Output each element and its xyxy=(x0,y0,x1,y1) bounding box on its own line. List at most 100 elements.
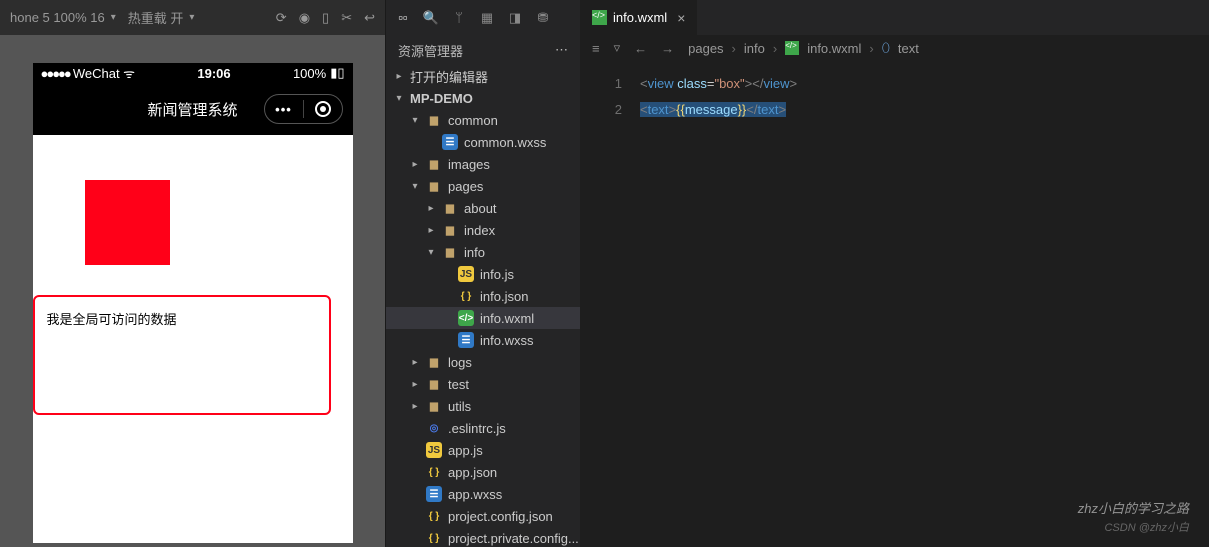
code-area[interactable]: 12 <view class="box"></view> <text>{{mes… xyxy=(580,61,1209,547)
tree-label: project.private.config... xyxy=(448,531,579,546)
device-icon[interactable]: ▯ xyxy=(322,10,329,26)
tree-file[interactable]: { } project.private.config... xyxy=(386,527,580,547)
tree-file[interactable]: </> info.wxml xyxy=(386,307,580,329)
menu-icon[interactable]: ••• xyxy=(265,95,303,123)
crumb[interactable]: text xyxy=(898,41,919,56)
hot-reload-toggle[interactable]: 热重载 开▾ xyxy=(128,8,195,27)
tree-folder[interactable]: ▸▆index xyxy=(386,219,580,241)
tree-label: info.js xyxy=(480,267,514,282)
refresh-icon[interactable]: ⟳ xyxy=(276,10,287,26)
editor-tabs: </> info.wxml × xyxy=(580,0,1209,35)
tree-label: utils xyxy=(448,399,471,414)
tree-label: app.js xyxy=(448,443,483,458)
wxml-icon: </> xyxy=(458,310,474,326)
folder-icon: ▆ xyxy=(442,222,458,238)
tree-label: .eslintrc.js xyxy=(448,421,506,436)
tree-folder[interactable]: ▾▆common xyxy=(386,109,580,131)
tree-file[interactable]: ☰app.wxss xyxy=(386,483,580,505)
record-icon[interactable]: ◉ xyxy=(299,10,310,26)
tree-file[interactable]: ☰ common.wxss xyxy=(386,131,580,153)
json-icon: { } xyxy=(426,530,442,546)
wxss-icon: ☰ xyxy=(442,134,458,150)
tree-folder[interactable]: ▸▆logs xyxy=(386,351,580,373)
tree-folder[interactable]: ▸▆about xyxy=(386,197,580,219)
more-icon[interactable]: ⋯ xyxy=(555,42,568,58)
device-selector[interactable]: hone 5 100% 16▾ xyxy=(10,10,116,25)
editor-panel: </> info.wxml × ≡ ▿ ← → pages› info› </>… xyxy=(580,0,1209,547)
back-icon[interactable]: ↩ xyxy=(364,10,375,26)
tree-label: info.wxss xyxy=(480,333,533,348)
simulator-toolbar: hone 5 100% 16▾ 热重载 开▾ ⟳ ◉ ▯ ✂ ↩ xyxy=(0,0,385,35)
tree-label: common.wxss xyxy=(464,135,546,150)
open-editors-section[interactable]: ▸打开的编辑器 xyxy=(386,65,580,87)
tree-label: pages xyxy=(448,179,483,194)
project-root[interactable]: ▾MP-DEMO xyxy=(386,87,580,109)
tree-label: logs xyxy=(448,355,472,370)
wxss-icon: ☰ xyxy=(458,332,474,348)
capsule: ••• xyxy=(264,94,343,124)
search-icon[interactable]: 🔍 xyxy=(422,10,440,26)
view-box xyxy=(85,180,170,265)
code-line: <view class="box"></view> xyxy=(640,71,797,97)
tree-file[interactable]: JS app.js xyxy=(386,439,580,461)
nav-back-icon[interactable]: ← xyxy=(634,41,647,56)
cut-icon[interactable]: ✂ xyxy=(341,10,352,26)
explorer-icon[interactable]: ▫▫ xyxy=(394,10,412,25)
tree-label: info xyxy=(464,245,485,260)
bookmark-icon[interactable]: ▿ xyxy=(614,40,621,56)
tree-label: app.wxss xyxy=(448,487,502,502)
explorer-title: 资源管理器⋯ xyxy=(386,35,580,65)
folder-icon: ▆ xyxy=(426,354,442,370)
simulator-panel: hone 5 100% 16▾ 热重载 开▾ ⟳ ◉ ▯ ✂ ↩ ●●●●● W… xyxy=(0,0,385,547)
phone-status-bar: ●●●●● WeChat ᯤ 19:06 100%▮▯ xyxy=(33,63,353,83)
tree-label: common xyxy=(448,113,498,128)
folder-icon: ▆ xyxy=(426,178,442,194)
tree-label: info.json xyxy=(480,289,528,304)
img-icon: ▆ xyxy=(426,156,442,172)
tree-folder[interactable]: ▾▆pages xyxy=(386,175,580,197)
crumb[interactable]: info.wxml xyxy=(807,41,861,56)
tree-label: info.wxml xyxy=(480,311,534,326)
tree-file[interactable]: { }app.json xyxy=(386,461,580,483)
branch-icon[interactable]: ᛘ xyxy=(450,10,468,25)
tree-folder[interactable]: ▸▆utils xyxy=(386,395,580,417)
tree-file[interactable]: ◎.eslintrc.js xyxy=(386,417,580,439)
folder-icon: ▆ xyxy=(442,244,458,260)
grid-icon[interactable]: ▦ xyxy=(478,10,496,26)
tree-file[interactable]: { }project.config.json xyxy=(386,505,580,527)
phone-frame: ●●●●● WeChat ᯤ 19:06 100%▮▯ 新闻管理系统 ••• 我… xyxy=(33,63,353,543)
tree-folder[interactable]: ▸▆images xyxy=(386,153,580,175)
crumb[interactable]: info xyxy=(744,41,765,56)
phone-body: 我是全局可访问的数据 xyxy=(33,135,353,543)
tree-label: images xyxy=(448,157,490,172)
json-icon: { } xyxy=(426,464,442,480)
json-icon: { } xyxy=(458,288,474,304)
tree-file[interactable]: { } info.json xyxy=(386,285,580,307)
close-app-icon[interactable] xyxy=(304,95,342,123)
js-icon: JS xyxy=(426,442,442,458)
explorer-panel: ▫▫ 🔍 ᛘ ▦ ◨ ⛃ 资源管理器⋯ ▸打开的编辑器 ▾MP-DEMO ▾▆c… xyxy=(385,0,580,547)
wxml-icon: </> xyxy=(785,41,799,55)
tree-label: index xyxy=(464,223,495,238)
list-icon[interactable]: ≡ xyxy=(592,41,600,56)
close-icon[interactable]: × xyxy=(677,10,685,26)
folder-icon: ▆ xyxy=(426,376,442,392)
tab-info-wxml[interactable]: </> info.wxml × xyxy=(580,0,698,35)
nav-fwd-icon[interactable]: → xyxy=(661,41,674,56)
docker-icon[interactable]: ⛃ xyxy=(534,10,552,26)
phone-nav-bar: 新闻管理系统 ••• xyxy=(33,83,353,135)
crumb[interactable]: pages xyxy=(688,41,723,56)
layout-icon[interactable]: ◨ xyxy=(506,10,524,26)
battery-icon: ▮▯ xyxy=(330,65,344,81)
tree-folder[interactable]: ▾▆info xyxy=(386,241,580,263)
code-line: <text>{{message}}</text> xyxy=(640,97,797,123)
tree-file[interactable]: ☰ info.wxss xyxy=(386,329,580,351)
wxml-icon: </> xyxy=(592,10,607,25)
folder-icon: ▆ xyxy=(426,398,442,414)
tree-label: about xyxy=(464,201,497,216)
tree-folder[interactable]: ▸▆test xyxy=(386,373,580,395)
tag-icon: ⬯ xyxy=(882,40,890,56)
tree-file[interactable]: JSinfo.js xyxy=(386,263,580,285)
text-output: 我是全局可访问的数据 xyxy=(33,295,331,415)
chevron-down-icon: ▾ xyxy=(111,12,116,23)
